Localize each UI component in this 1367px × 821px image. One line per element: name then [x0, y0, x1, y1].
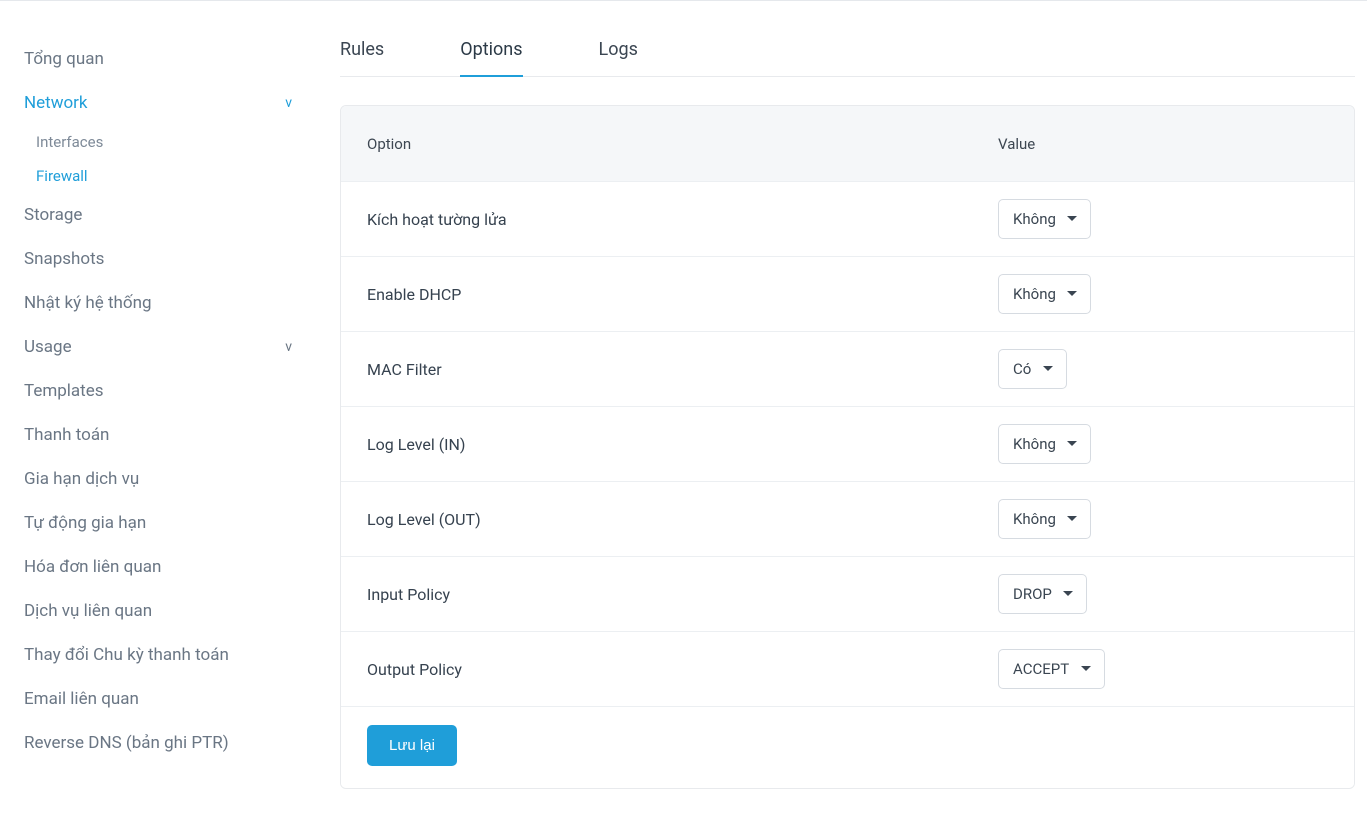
sidebar-item-5[interactable]: Usage v	[24, 325, 340, 369]
option-select[interactable]: Không	[998, 199, 1091, 239]
option-label: Log Level (IN)	[367, 435, 998, 454]
sidebar-item-label: Usage	[24, 337, 72, 357]
header-value: Value	[998, 135, 1328, 153]
option-label: Enable DHCP	[367, 285, 998, 304]
option-value-cell: Không	[998, 499, 1328, 539]
option-select[interactable]: Không	[998, 499, 1091, 539]
sidebar-item-label: Storage	[24, 205, 82, 225]
sidebar-item-12[interactable]: Thay đổi Chu kỳ thanh toán	[24, 633, 340, 677]
table-row: Kích hoạt tường lửaKhông	[341, 182, 1354, 257]
sidebar-item-label: Nhật ký hệ thống	[24, 293, 152, 313]
table-header-row: Option Value	[341, 106, 1354, 182]
main-content: Rules Options Logs Option Value Kích hoạt …	[340, 0, 1367, 821]
option-label: MAC Filter	[367, 360, 998, 379]
sidebar-item-6[interactable]: Templates	[24, 369, 340, 413]
table-row: Output PolicyACCEPT	[341, 632, 1354, 707]
sidebar-item-label: Tự động gia hạn	[24, 513, 146, 533]
tab-options[interactable]: Options	[460, 29, 522, 76]
sidebar-item-9[interactable]: Tự động gia hạn	[24, 501, 340, 545]
sidebar-item-0[interactable]: Tổng quan	[24, 37, 340, 81]
sidebar-item-label: Email liên quan	[24, 689, 139, 709]
sidebar-item-label: Tổng quan	[24, 49, 104, 69]
table-row: Enable DHCPKhông	[341, 257, 1354, 332]
option-label: Output Policy	[367, 660, 998, 679]
option-label: Input Policy	[367, 585, 998, 604]
sidebar-item-7[interactable]: Thanh toán	[24, 413, 340, 457]
actions-bar: Lưu lại	[341, 707, 1354, 788]
option-select[interactable]: Có	[998, 349, 1067, 389]
sidebar-item-label: Snapshots	[24, 249, 104, 269]
option-label: Kích hoạt tường lửa	[367, 210, 998, 229]
option-value-cell: Không	[998, 199, 1328, 239]
sidebar-item-label: Thay đổi Chu kỳ thanh toán	[24, 645, 229, 665]
sidebar-subitem-1-1[interactable]: Firewall	[24, 159, 340, 193]
sidebar-item-10[interactable]: Hóa đơn liên quan	[24, 545, 340, 589]
option-value-cell: ACCEPT	[998, 649, 1328, 689]
sidebar-item-label: Reverse DNS (bản ghi PTR)	[24, 733, 229, 753]
options-panel: Option Value Kích hoạt tường lửaKhôngEna…	[340, 105, 1355, 789]
option-label: Log Level (OUT)	[367, 510, 998, 529]
chevron-down-icon: v	[285, 95, 292, 111]
option-select[interactable]: Không	[998, 274, 1091, 314]
sidebar-item-1[interactable]: Network v	[24, 81, 340, 125]
sidebar-item-label: Thanh toán	[24, 425, 109, 445]
option-value-cell: Không	[998, 274, 1328, 314]
table-row: MAC FilterCó	[341, 332, 1354, 407]
option-value-cell: Có	[998, 349, 1328, 389]
option-select[interactable]: DROP	[998, 574, 1087, 614]
option-value-cell: Không	[998, 424, 1328, 464]
option-value-cell: DROP	[998, 574, 1328, 614]
save-button[interactable]: Lưu lại	[367, 725, 457, 766]
sidebar-item-label: Network	[24, 93, 88, 113]
option-select[interactable]: ACCEPT	[998, 649, 1105, 689]
sidebar-item-8[interactable]: Gia hạn dịch vụ	[24, 457, 340, 501]
header-option: Option	[367, 135, 998, 153]
tab-rules[interactable]: Rules	[340, 29, 384, 76]
sidebar-item-label: Gia hạn dịch vụ	[24, 469, 139, 489]
sidebar-item-label: Dịch vụ liên quan	[24, 601, 152, 621]
sidebar-subitem-1-0[interactable]: Interfaces	[24, 125, 340, 159]
sidebar-item-14[interactable]: Reverse DNS (bản ghi PTR)	[24, 721, 340, 765]
table-row: Log Level (IN)Không	[341, 407, 1354, 482]
table-row: Input PolicyDROP	[341, 557, 1354, 632]
sidebar-item-3[interactable]: Snapshots	[24, 237, 340, 281]
chevron-down-icon: v	[285, 339, 292, 355]
sidebar-item-13[interactable]: Email liên quan	[24, 677, 340, 721]
sidebar-item-label: Hóa đơn liên quan	[24, 557, 161, 577]
table-row: Log Level (OUT)Không	[341, 482, 1354, 557]
tabs: Rules Options Logs	[340, 29, 1355, 77]
sidebar-item-4[interactable]: Nhật ký hệ thống	[24, 281, 340, 325]
tab-logs[interactable]: Logs	[599, 29, 638, 76]
sidebar-item-2[interactable]: Storage	[24, 193, 340, 237]
sidebar-item-label: Templates	[24, 381, 104, 401]
sidebar-item-11[interactable]: Dịch vụ liên quan	[24, 589, 340, 633]
option-select[interactable]: Không	[998, 424, 1091, 464]
sidebar: Tổng quan Network v InterfacesFirewall Stora…	[0, 0, 340, 821]
